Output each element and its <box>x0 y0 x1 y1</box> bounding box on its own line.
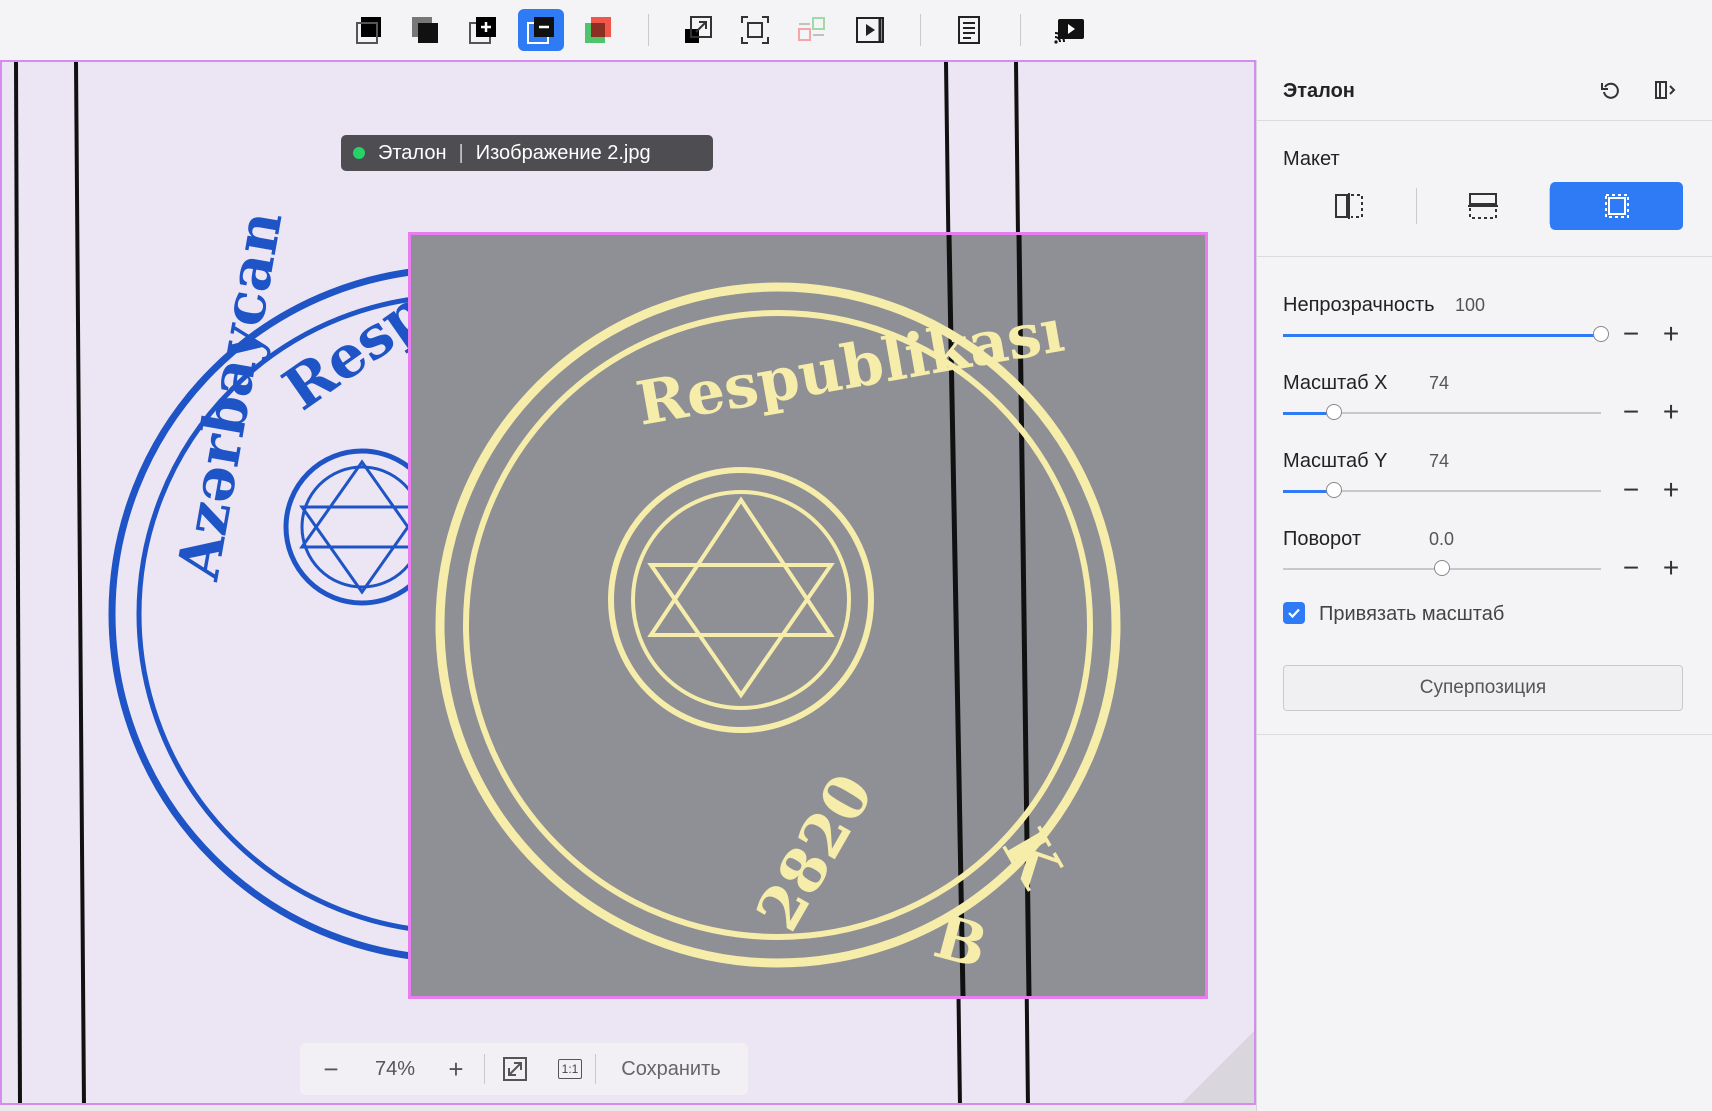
yellow-stamp-graphic: Respublikası 2820 K B <box>435 235 1121 996</box>
section-divider <box>1257 256 1712 257</box>
scale-y-slider-thumb[interactable] <box>1326 482 1342 498</box>
page-fold-corner <box>1182 1031 1254 1103</box>
rotation-slider-thumb[interactable] <box>1434 560 1450 576</box>
svg-text:Azərbaycan: Azərbaycan <box>164 206 296 585</box>
info-separator: | <box>458 141 464 164</box>
svg-text:Respublikası: Respublikası <box>631 296 1069 440</box>
properties-panel: Эталон Макет Непрозрачность 100 − + Масш… <box>1256 60 1712 1111</box>
scale-y-slider[interactable] <box>1283 482 1601 498</box>
svg-text:2820: 2820 <box>743 763 887 943</box>
info-label: Эталон <box>378 141 447 164</box>
layout-section-label: Макет <box>1283 148 1340 170</box>
rotation-value: 0.0 <box>1429 529 1455 549</box>
info-filename: Изображение 2.jpg <box>475 141 651 164</box>
reset-icon[interactable] <box>1597 76 1625 104</box>
checkmark-icon <box>1288 608 1300 619</box>
align-icon[interactable] <box>789 9 835 51</box>
toolbar-separator <box>1020 14 1021 46</box>
actual-size-button[interactable]: 1:1 <box>545 1059 595 1079</box>
scale-x-value: 74 <box>1429 373 1450 393</box>
layout-overlay-button[interactable] <box>1550 182 1684 230</box>
lock-scale-label[interactable]: Привязать масштаб <box>1319 603 1504 626</box>
crop-icon[interactable] <box>732 9 778 51</box>
section-divider <box>1257 734 1712 735</box>
overlay-region[interactable]: Respublikası 2820 K B <box>408 232 1208 999</box>
opacity-slider-thumb[interactable] <box>1593 326 1609 342</box>
transform-icon[interactable] <box>675 9 721 51</box>
rotation-increase-button[interactable]: + <box>1659 554 1683 582</box>
fill-gray-icon[interactable] <box>402 9 448 51</box>
add-layer-icon[interactable] <box>460 9 506 51</box>
svg-text:K: K <box>988 818 1076 900</box>
opacity-increase-button[interactable]: + <box>1659 320 1683 348</box>
superposition-button[interactable]: Суперпозиция <box>1283 665 1683 711</box>
opacity-decrease-button[interactable]: − <box>1619 320 1643 348</box>
image-info-pill: Эталон | Изображение 2.jpg <box>341 135 713 171</box>
scale-y-decrease-button[interactable]: − <box>1619 476 1643 504</box>
fill-black-icon[interactable] <box>347 9 393 51</box>
scale-y-increase-button[interactable]: + <box>1659 476 1683 504</box>
split-vertical-icon <box>1335 193 1364 219</box>
zoom-in-button[interactable]: + <box>428 1054 484 1085</box>
svg-text:B: B <box>927 902 994 983</box>
zoom-bar: − 74% + 1:1 Сохранить <box>300 1043 748 1095</box>
fit-to-screen-icon[interactable] <box>485 1056 545 1082</box>
scale-y-value: 74 <box>1429 451 1450 471</box>
layout-selector <box>1283 182 1684 230</box>
rotation-label: Поворот <box>1283 528 1361 550</box>
overlay-layout-icon <box>1604 194 1629 218</box>
opacity-slider-fill <box>1283 333 1601 337</box>
opacity-label: Непрозрачность <box>1283 294 1435 316</box>
panel-header: Эталон <box>1257 60 1712 121</box>
toolbar-separator <box>920 14 921 46</box>
color-diff-icon[interactable] <box>575 9 621 51</box>
lock-scale-checkbox[interactable] <box>1283 602 1305 624</box>
zoom-out-button[interactable]: − <box>300 1054 362 1085</box>
scale-x-decrease-button[interactable]: − <box>1619 398 1643 426</box>
report-icon[interactable] <box>946 9 992 51</box>
opacity-slider[interactable] <box>1283 326 1609 342</box>
collapse-panel-icon[interactable] <box>1651 76 1679 104</box>
split-horizontal-icon <box>1468 193 1498 219</box>
main-toolbar <box>0 0 1712 61</box>
image-canvas[interactable]: Respu Azərbaycan 2820 Respublikası 2820 … <box>0 60 1256 1105</box>
toolbar-separator <box>648 14 649 46</box>
rotation-slider[interactable] <box>1283 560 1601 576</box>
play-icon[interactable] <box>847 9 893 51</box>
subtract-layer-icon[interactable] <box>518 9 564 51</box>
save-button[interactable]: Сохранить <box>596 1058 746 1081</box>
status-dot-icon <box>353 147 365 159</box>
cast-icon[interactable] <box>1046 9 1092 51</box>
panel-title: Эталон <box>1283 80 1355 102</box>
zoom-level: 74% <box>374 1057 416 1080</box>
scale-x-label: Масштаб X <box>1283 372 1388 394</box>
layout-split-vertical-button[interactable] <box>1283 182 1416 230</box>
actual-size-label: 1:1 <box>557 1059 583 1079</box>
scale-y-label: Масштаб Y <box>1283 450 1388 472</box>
layout-split-horizontal-button[interactable] <box>1417 182 1550 230</box>
opacity-value: 100 <box>1455 295 1486 315</box>
scale-x-increase-button[interactable]: + <box>1659 398 1683 426</box>
scale-x-slider-thumb[interactable] <box>1326 404 1342 420</box>
rotation-decrease-button[interactable]: − <box>1619 554 1643 582</box>
scale-x-slider[interactable] <box>1283 404 1601 420</box>
